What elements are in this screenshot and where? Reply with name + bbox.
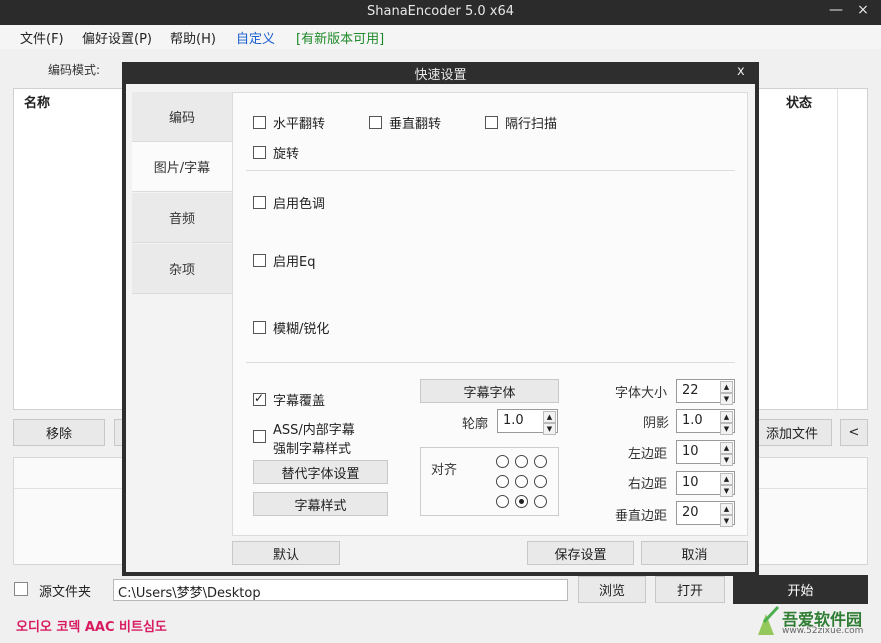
spin-down-icon: ▼ [720, 423, 733, 435]
dialog-close-button[interactable]: x [737, 64, 745, 79]
align-radio-5[interactable] [515, 475, 528, 488]
interlace-checkbox[interactable]: 隔行扫描 [485, 113, 557, 132]
tab-misc[interactable]: 杂项 [132, 244, 232, 294]
vertical-margin-label: 垂直边距 [615, 509, 668, 524]
close-button[interactable]: × [853, 2, 873, 18]
ass-label-line1: ASS/内部字幕 [273, 423, 355, 438]
minimize-button[interactable]: — [826, 2, 846, 18]
status-text: 오디오 코덱 AAC 비트심도 [16, 620, 167, 635]
replace-font-button[interactable]: 替代字体设置 [253, 460, 388, 484]
left-margin-label: 左边距 [628, 447, 668, 462]
spin-down-icon: ▼ [720, 393, 733, 405]
spin-up-icon: ▲ [720, 503, 733, 515]
tab-audio[interactable]: 音频 [132, 193, 232, 243]
title-bar: ShanaEncoder 5.0 x64 — × [0, 0, 881, 25]
collapse-button[interactable]: < [840, 419, 868, 446]
blur-sharpen-checkbox[interactable]: 模糊/锐化 [253, 318, 329, 337]
vertical-margin-spinbox[interactable]: 20 ▲ ▼ [676, 501, 735, 527]
spin-up-icon: ▲ [720, 381, 733, 393]
spin-up-icon: ▲ [720, 411, 733, 423]
align-label: 对齐 [431, 463, 458, 478]
spin-down-icon: ▼ [720, 454, 733, 466]
subtitle-overlay-checkbox[interactable]: 字幕覆盖 [253, 390, 325, 409]
hflip-checkbox[interactable]: 水平翻转 [253, 113, 325, 132]
default-button[interactable]: 默认 [232, 541, 340, 565]
shadow-label: 阴影 [643, 416, 670, 431]
left-margin-spinbox[interactable]: 10 ▲ ▼ [676, 440, 735, 466]
eq-checkbox[interactable]: 启用Eq [253, 251, 315, 270]
rotate-checkbox[interactable]: 旋转 [253, 143, 299, 162]
outline-label: 轮廓 [462, 417, 489, 432]
source-folder-label: 源文件夹 [39, 585, 92, 600]
spin-up-icon: ▲ [543, 411, 556, 423]
align-radio-4[interactable] [496, 475, 509, 488]
right-margin-spinbox[interactable]: 10 ▲ ▼ [676, 471, 735, 497]
section-divider [246, 170, 735, 171]
tab-encode[interactable]: 编码 [132, 92, 232, 142]
align-radio-9[interactable] [534, 495, 547, 508]
start-button[interactable]: 开始 [733, 575, 868, 604]
color-tone-checkbox[interactable]: 启用色调 [253, 193, 325, 212]
font-size-label: 字体大小 [615, 386, 668, 401]
shadow-spinbox[interactable]: 1.0 ▲ ▼ [676, 409, 735, 435]
column-name[interactable]: 名称 [24, 92, 50, 111]
encode-mode-label: 编码模式: [48, 63, 101, 77]
column-divider [837, 89, 838, 409]
tab-image-subtitle[interactable]: 图片/字幕 [132, 142, 232, 192]
align-radio-7[interactable] [496, 495, 509, 508]
align-radio-1[interactable] [496, 455, 509, 468]
spin-up-icon: ▲ [720, 473, 733, 485]
spin-down-icon: ▼ [720, 515, 733, 527]
subtitle-style-button[interactable]: 字幕样式 [253, 492, 388, 516]
menu-help[interactable]: 帮助(H) [170, 28, 216, 47]
spin-up-icon: ▲ [720, 442, 733, 454]
add-file-button[interactable]: 添加文件 [752, 419, 832, 446]
source-folder-checkbox[interactable] [14, 582, 28, 596]
align-radio-2[interactable] [515, 455, 528, 468]
right-margin-label: 右边距 [628, 477, 668, 492]
vflip-checkbox[interactable]: 垂直翻转 [369, 113, 441, 132]
section-divider [246, 362, 735, 363]
align-radio-6[interactable] [534, 475, 547, 488]
cancel-button[interactable]: 取消 [641, 541, 748, 565]
browse-button[interactable]: 浏览 [578, 576, 646, 603]
watermark: 吾爱软件园 www.52zixue.com [740, 602, 881, 639]
column-status[interactable]: 状态 [786, 92, 812, 111]
watermark-url: www.52zixue.com [782, 626, 864, 636]
outline-spinbox[interactable]: 1.0 ▲ ▼ [497, 409, 558, 435]
menu-bar: 文件(F) 偏好设置(P) 帮助(H) 自定义 [有新版本可用] [0, 25, 881, 49]
dialog-title: 快速设置 [414, 68, 467, 83]
spin-down-icon: ▼ [543, 423, 556, 435]
ass-label-line2: 强制字幕样式 [273, 442, 352, 457]
menu-update-available[interactable]: [有新版本可用] [296, 28, 384, 47]
window-title: ShanaEncoder 5.0 x64 [367, 4, 514, 19]
ass-checkbox[interactable] [253, 430, 273, 443]
open-button[interactable]: 打开 [655, 576, 725, 603]
font-size-spinbox[interactable]: 22 ▲ ▼ [676, 379, 735, 405]
subtitle-font-button[interactable]: 字幕字体 [420, 379, 559, 403]
menu-custom[interactable]: 自定义 [236, 28, 275, 47]
menu-preferences[interactable]: 偏好设置(P) [82, 28, 152, 47]
menu-file[interactable]: 文件(F) [20, 28, 64, 47]
save-settings-button[interactable]: 保存设置 [527, 541, 634, 565]
remove-button[interactable]: 移除 [13, 419, 105, 446]
align-radio-3[interactable] [534, 455, 547, 468]
path-input[interactable]: C:\Users\梦梦\Desktop [113, 579, 568, 601]
spin-down-icon: ▼ [720, 485, 733, 497]
align-radio-8[interactable] [515, 495, 528, 508]
